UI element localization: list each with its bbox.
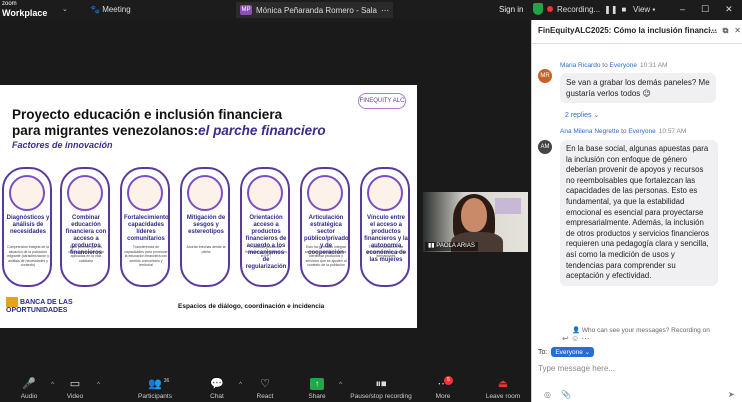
pillar-card: Articulación estratégica sector público/… [300,167,350,287]
shared-slide: Proyecto educación e inclusión financier… [0,85,417,328]
pillar-card: Orientación acceso a productos financier… [240,167,290,287]
meeting-stage: Proyecto educación e inclusión financier… [0,20,531,375]
avatar: AM [538,140,552,154]
replies-link[interactable]: 2 replies ⌄ [565,111,599,119]
participants-button[interactable]: 👥 Participants 36 [128,378,182,400]
avatar: MP [240,5,252,15]
react-button[interactable]: ♡ React [238,378,292,400]
bank-icon [6,297,18,307]
more-icon[interactable]: ⋯ [381,6,389,15]
slide-subtitle: Factores de innovación [12,140,113,150]
message-input[interactable]: Type message here... [538,364,615,373]
pillars: Diagnósticos y análisis de necesidades Co… [0,167,417,287]
recipient-row: To: Everyone ⌄ [538,347,595,357]
format-icon[interactable]: ◎ [544,390,551,399]
pause-icon[interactable]: ❚❚ [604,5,617,14]
pillar-card: Fortalecimiento capacidades líderes comu… [120,167,170,287]
heart-icon: ♡ [260,378,270,390]
pillar-illustration [127,175,163,211]
notification-badge: 5 [444,376,453,385]
more-icon[interactable]: ⋯ [581,334,589,343]
record-dot-icon [547,6,553,12]
pillar-illustration [307,175,343,211]
wall-poster [495,198,521,214]
pillar-card: Vínculo entre el acceso a productos fina… [360,167,410,287]
pillar-card: Mitigación de sesgos y estereotipos Acort… [180,167,230,287]
chat-header: FinEquityALC2025: Cómo la inclusión fina… [532,20,742,44]
minimize-icon[interactable]: – [680,4,685,15]
recording-indicator[interactable]: Recording... ❚❚ ■ [533,3,626,15]
chat-button[interactable]: 💬 Chat ^ [190,378,244,400]
pillar-illustration [9,175,45,211]
chevron-down-icon[interactable]: ⌄ [62,5,68,13]
recording-label: Recording... [557,4,601,14]
video-button[interactable]: ▭ Video ^ [48,378,102,400]
chat-messages: MR Maria Ricardo to Everyone 10:31 AM Se … [532,44,742,344]
participant-count: 36 [163,378,170,384]
message-sender: Ana Milena Negrette to Everyone 10:57 AM [560,128,687,135]
banca-oportunidades-logo: BANCA DE LAS OPORTUNIDADES [6,297,73,314]
host-name: Mónica Peñaranda Romero - Sala [256,5,377,15]
view-menu[interactable]: View ▪ [633,5,655,14]
title-bar: zoom Workplace ⌄ 🐾 Meeting MP Mónica Peñ… [0,0,742,20]
pillar-illustration [187,175,223,211]
popout-icon[interactable]: ⧉ [723,26,729,36]
share-icon: ↑ [310,378,324,390]
more-icon[interactable]: ⋯ [709,26,717,36]
meeting-toolbar: 🎤 Audio ^ ▭ Video ^ 👥 Participants 36 💬 Chat ^ ♡… [0,375,531,402]
close-icon[interactable]: ✕ [734,26,741,36]
meeting-label[interactable]: 🐾 Meeting [90,5,131,14]
host-indicator[interactable]: MP Mónica Peñaranda Romero - Sala ⋯ [236,2,393,18]
chat-icon: 💬 [210,378,224,390]
attach-icon[interactable]: 📎 [561,390,571,399]
pause-stop-icon: ⏸⏹ [375,378,387,390]
pillar-card: Combinar educación financiera con acceso… [60,167,110,287]
message-bubble: En la base social, algunas apuestas para… [560,140,718,286]
close-icon[interactable]: ✕ [725,4,733,15]
privacy-notice[interactable]: 👤 Who can see your messages? Recording o… [572,326,710,334]
leave-room-button[interactable]: ⏏ Leave room [476,378,530,400]
pillar-illustration [67,175,103,211]
message-bubble: Se van a grabar los demás paneles? Me gu… [560,73,716,103]
shield-icon [533,3,543,15]
recipient-select[interactable]: Everyone ⌄ [551,347,595,357]
slide-title: Proyecto educación e inclusión financier… [12,107,326,138]
chat-panel: FinEquityALC2025: Cómo la inclusión fina… [531,20,742,402]
app-logo: zoom Workplace [2,1,48,18]
camera-off-icon: ▭ [69,378,81,390]
pillar-illustration [367,175,403,211]
share-button[interactable]: ↑ Share ^ [290,378,344,400]
send-icon[interactable]: ➤ [728,390,735,399]
slide-footer-text: Espacios de diálogo, coordinación e inci… [178,303,325,310]
emoji-icon[interactable]: ☺ [571,334,579,343]
message-sender: Maria Ricardo to Everyone 10:31 AM [560,62,668,69]
window-controls: – ☐ ✕ [680,4,733,15]
stop-icon[interactable]: ■ [622,5,627,14]
sign-in-link[interactable]: Sign in [499,5,523,14]
chat-title: FinEquityALC2025: Cómo la inclusión fina… [538,26,718,35]
reply-icon[interactable]: ↩ [562,334,569,343]
pillar-illustration [247,175,283,211]
pause-stop-recording-button[interactable]: ⏸⏹ Pause/stop recording [340,378,422,400]
chevron-up-icon[interactable]: ^ [97,382,100,388]
pillar-card: Diagnósticos y análisis de necesidades Co… [2,167,52,287]
more-button[interactable]: ⋯ More 5 [416,376,470,400]
participant-name: ▮▮ PAOLA ARIAS [425,242,478,251]
avatar: MR [538,69,552,83]
leave-icon: ⏏ [497,378,509,390]
participant-video[interactable]: ▮▮ PAOLA ARIAS [423,192,528,252]
microphone-muted-icon: 🎤 [22,378,36,390]
finequity-logo: FINEQUITY ALC [358,93,406,109]
maximize-icon[interactable]: ☐ [701,4,709,15]
participants-icon: 👥 [148,378,162,390]
